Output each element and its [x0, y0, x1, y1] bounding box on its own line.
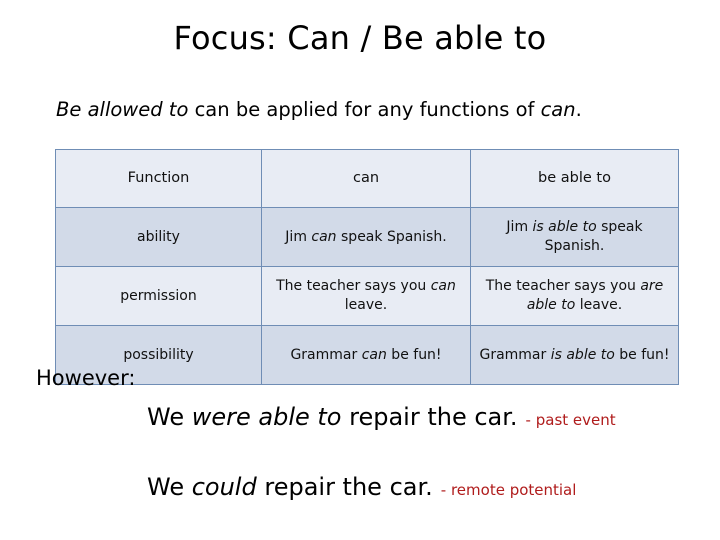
slide-canvas: Focus: Can / Be able to Be allowed to ca… — [0, 0, 720, 540]
cell-function-permission: permission — [55, 266, 262, 326]
cell-can-possibility: Grammar can be fun! — [261, 325, 471, 385]
table-header-row: Function can be able to — [55, 149, 679, 208]
text-post: repair the car. — [256, 473, 433, 501]
text-pre: The teacher says you — [276, 278, 431, 294]
page-title: Focus: Can / Be able to — [173, 19, 547, 57]
example-sentence-could: We could repair the car. - remote potenti… — [147, 471, 576, 506]
table-row: permission The teacher says you can leav… — [55, 266, 679, 326]
column-header-function: Function — [55, 149, 262, 208]
column-header-can: can — [261, 149, 471, 208]
intro-sentence: Be allowed to can be applied for any fun… — [56, 96, 668, 123]
text-post: be fun! — [614, 346, 670, 363]
example-sentence-past: We were able to repair the car. - past ev… — [147, 401, 616, 436]
text-pre: The teacher says you — [485, 278, 641, 294]
table-row: ability Jim can speak Spanish. Jim is ab… — [55, 207, 679, 267]
cell-be-able-to-permission: The teacher says you are able to leave. — [470, 266, 679, 326]
text-italic: can — [311, 228, 337, 245]
text-pre: Jim — [506, 219, 533, 235]
text-italic: is able to — [550, 346, 615, 363]
functions-table: Function can be able to ability Jim can … — [55, 149, 679, 385]
intro-italic-tail: can — [540, 98, 576, 121]
however-label: However: — [36, 366, 136, 390]
text-italic: can — [361, 346, 387, 363]
text-italic: were able to — [191, 403, 342, 431]
table-row: possibility Grammar can be fun! Grammar … — [55, 325, 679, 385]
column-header-be-able-to: be able to — [470, 149, 679, 208]
text-pre: Grammar — [479, 346, 551, 363]
text-post: leave. — [344, 297, 388, 313]
text-italic: is able to — [532, 219, 597, 235]
text-italic: can — [430, 278, 456, 294]
intro-period: . — [575, 98, 582, 121]
text-post: speak Spanish. — [336, 228, 447, 245]
cell-be-able-to-ability: Jim is able to speak Spanish. — [470, 207, 679, 267]
text-pre: Jim — [285, 228, 312, 245]
text-post: be fun! — [386, 346, 442, 363]
annotation-remote-potential: - remote potential — [440, 481, 577, 499]
cell-can-permission: The teacher says you can leave. — [261, 266, 471, 326]
intro-italic-lead: Be allowed to — [56, 98, 189, 121]
text-post: leave. — [575, 297, 623, 313]
cell-function-ability: ability — [55, 207, 262, 267]
text-pre: We — [147, 403, 192, 431]
text-pre: Grammar — [290, 346, 362, 363]
text-italic: could — [191, 473, 257, 501]
cell-can-ability: Jim can speak Spanish. — [261, 207, 471, 267]
intro-body: can be applied for any functions of — [188, 98, 541, 121]
text-pre: We — [147, 473, 192, 501]
annotation-past-event: - past event — [525, 411, 616, 429]
text-post: repair the car. — [341, 403, 518, 431]
cell-be-able-to-possibility: Grammar is able to be fun! — [470, 325, 679, 385]
